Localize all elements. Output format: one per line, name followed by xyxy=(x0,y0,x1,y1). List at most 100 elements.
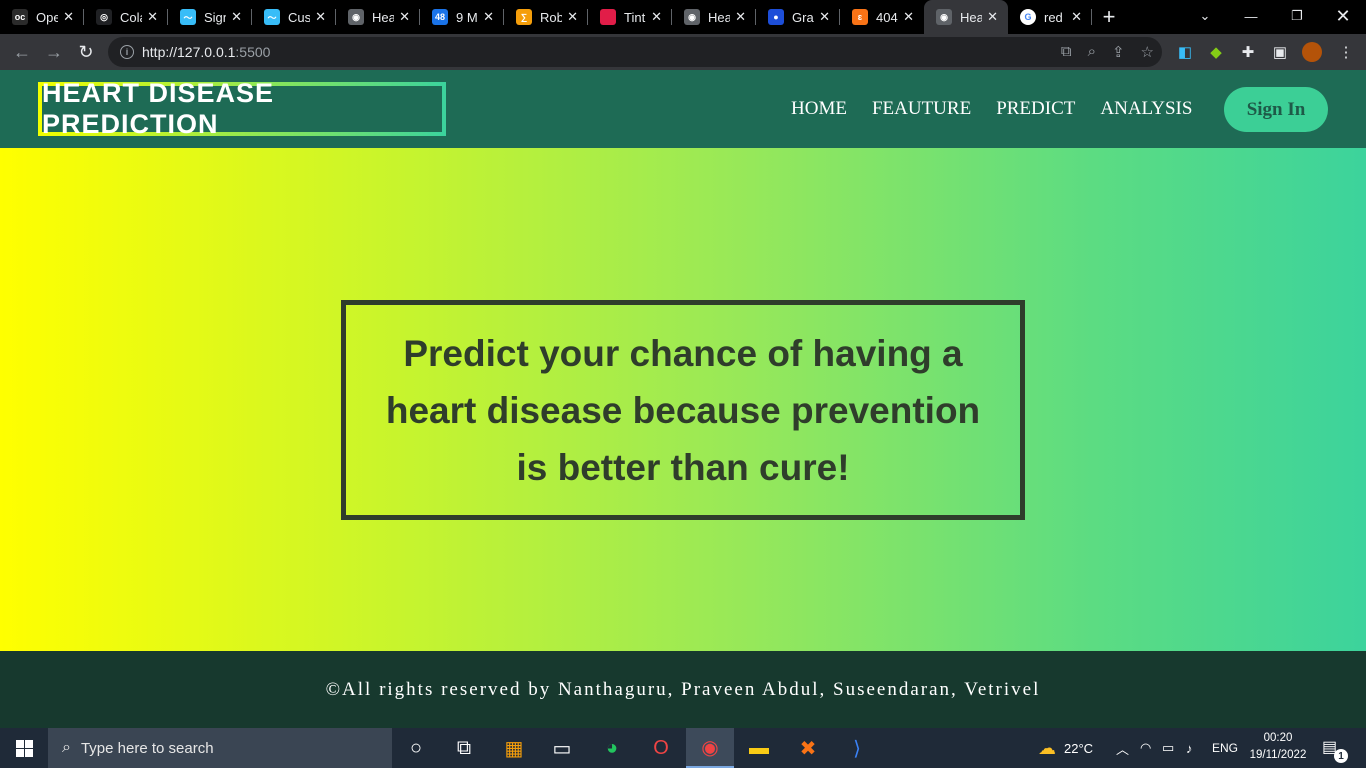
menu-kebab-icon[interactable]: ⋮ xyxy=(1336,42,1356,62)
profile-avatar[interactable] xyxy=(1302,42,1322,62)
nav-home-link[interactable]: HOME xyxy=(791,98,847,120)
tab-close-icon[interactable]: ✕ xyxy=(819,9,830,25)
hero-section: Predict your chance of having a heart di… xyxy=(0,148,1366,651)
tab-close-icon[interactable]: ✕ xyxy=(483,9,494,25)
translate-icon[interactable]: ⧉ xyxy=(1061,43,1072,61)
browser-tab[interactable]: ◎ Colab ✕ xyxy=(84,0,168,34)
tab-title: Tint xyxy=(624,9,646,25)
tab-close-icon[interactable]: ✕ xyxy=(1071,9,1082,25)
tab-close-icon[interactable]: ✕ xyxy=(399,9,410,25)
bookmark-star-icon[interactable]: ☆ xyxy=(1141,43,1154,61)
sign-in-button[interactable]: Sign In xyxy=(1224,87,1328,132)
volume-icon[interactable]: ♪ xyxy=(1186,728,1193,768)
browser-tab[interactable]: ◉ Heart ✕ xyxy=(336,0,420,34)
browser-tab[interactable]: Tint ✕ xyxy=(588,0,672,34)
nav-predict-link[interactable]: PREDICT xyxy=(996,98,1075,120)
browser-tab[interactable]: ɛ 404 ✕ xyxy=(840,0,924,34)
tab-title: Heart xyxy=(960,9,982,25)
microsoft-store-icon[interactable]: ▦ xyxy=(490,728,538,768)
tab-favicon-icon: ∑ xyxy=(516,9,532,25)
tab-title: Gra xyxy=(792,9,814,25)
xampp-icon[interactable]: ✖ xyxy=(784,728,832,768)
web-page: HEART DISEASE PREDICTION HOME FEAUTURE P… xyxy=(0,70,1366,728)
windows-logo-icon xyxy=(15,739,33,757)
site-info-icon[interactable]: i xyxy=(120,45,134,59)
tab-close-icon[interactable]: ✕ xyxy=(567,9,578,25)
weather-widget[interactable]: ☁ 22°C xyxy=(1038,728,1093,768)
tab-favicon-icon: 〜 xyxy=(264,9,280,25)
tab-title: Sign xyxy=(204,9,226,25)
language-indicator[interactable]: ENG xyxy=(1212,728,1238,768)
new-tab-button[interactable]: + xyxy=(1092,0,1126,34)
tab-favicon-icon: ◎ xyxy=(96,9,112,25)
site-logo[interactable]: HEART DISEASE PREDICTION xyxy=(38,78,446,139)
browser-tab[interactable]: 〜 Sign ✕ xyxy=(168,0,252,34)
tab-title: 404 xyxy=(876,9,898,25)
forward-icon[interactable]: → xyxy=(38,36,70,68)
tab-favicon-icon: ◉ xyxy=(936,9,952,25)
terminal-icon[interactable]: ▭ xyxy=(538,728,586,768)
tab-close-icon[interactable]: ✕ xyxy=(651,9,662,25)
browser-tab[interactable]: oc OpenCV ✕ xyxy=(0,0,84,34)
tab-search-icon[interactable]: ⌄ xyxy=(1182,0,1228,32)
taskbar-search-box[interactable]: ⌕ Type here to search xyxy=(48,728,392,768)
notification-center-icon[interactable]: ▤ 1 xyxy=(1322,737,1348,763)
side-panel-icon[interactable]: ▣ xyxy=(1270,42,1290,62)
minimize-icon[interactable]: — xyxy=(1228,0,1274,32)
tab-title: 9 M xyxy=(456,9,478,25)
browser-tab[interactable]: 〜 Custom ✕ xyxy=(252,0,336,34)
edge-icon[interactable]: ◕ xyxy=(588,728,636,768)
reload-icon[interactable]: ↻ xyxy=(70,36,102,68)
browser-tab[interactable]: 48 9 M ✕ xyxy=(420,0,504,34)
tab-title: Heart xyxy=(372,9,394,25)
url-text[interactable]: http://127.0.0.1:5500 xyxy=(142,44,270,60)
tab-favicon-icon: oc xyxy=(12,9,28,25)
puzzle-extensions-icon[interactable]: ✚ xyxy=(1238,42,1258,62)
browser-toolbar: ← → ↻ i http://127.0.0.1:5500 ⧉ ⌕ ⇪ ☆ xyxy=(0,34,1366,70)
nav-feature-link[interactable]: FEAUTURE xyxy=(872,98,971,120)
browser-tab[interactable]: ◉ Heart ✕ xyxy=(924,0,1008,34)
browser-tab[interactable]: Gred ✕ xyxy=(1008,0,1092,34)
restore-icon[interactable]: ❐ xyxy=(1274,0,1320,32)
share-icon[interactable]: ⇪ xyxy=(1112,43,1125,61)
browser-tab[interactable]: ● Gra ✕ xyxy=(756,0,840,34)
cortana-icon[interactable]: ○ xyxy=(392,728,440,768)
tab-close-icon[interactable]: ✕ xyxy=(987,9,998,25)
chrome-icon[interactable]: ◉ xyxy=(686,728,734,768)
temperature-text: 22°C xyxy=(1064,740,1094,756)
clock-date: 19/11/2022 xyxy=(1249,749,1307,761)
search-icon: ⌕ xyxy=(62,739,71,756)
search-placeholder: Type here to search xyxy=(80,739,214,757)
tab-title: Heart xyxy=(708,9,730,25)
tab-close-icon[interactable]: ✕ xyxy=(231,9,242,25)
windows-taskbar: ⌕ Type here to search ○ ⧉ ▦ ▭ ◕ O ◉ ▬ ✖ … xyxy=(0,728,1366,768)
tab-close-icon[interactable]: ✕ xyxy=(903,9,914,25)
close-window-icon[interactable]: ✕ xyxy=(1320,0,1366,32)
address-bar[interactable]: i http://127.0.0.1:5500 ⧉ ⌕ ⇪ ☆ xyxy=(108,37,1162,67)
tab-close-icon[interactable]: ✕ xyxy=(63,9,74,25)
task-view-icon[interactable]: ⧉ xyxy=(440,728,488,768)
back-icon[interactable]: ← xyxy=(6,36,38,68)
extension-icon[interactable]: ◧ xyxy=(1175,42,1195,62)
wifi-icon[interactable]: ◠ xyxy=(1140,728,1151,768)
battery-icon[interactable]: ▭ xyxy=(1162,728,1174,768)
tray-chevron-icon[interactable]: ︿ xyxy=(1116,728,1129,768)
tab-favicon-icon: ● xyxy=(768,9,784,25)
tab-title: OpenCV xyxy=(36,9,58,25)
vscode-icon[interactable]: ⟩ xyxy=(833,728,881,768)
windows-start-button[interactable] xyxy=(0,728,48,768)
system-clock[interactable]: 00:20 19/11/2022 xyxy=(1248,730,1308,764)
tab-close-icon[interactable]: ✕ xyxy=(735,9,746,25)
tab-close-icon[interactable]: ✕ xyxy=(315,9,326,25)
file-explorer-icon[interactable]: ▬ xyxy=(735,728,783,768)
main-nav: HOME FEAUTURE PREDICT ANALYSIS xyxy=(791,98,1192,120)
color-extension-icon[interactable]: ◆ xyxy=(1206,42,1226,62)
opera-icon[interactable]: O xyxy=(637,728,685,768)
browser-tab[interactable]: ◉ Heart ✕ xyxy=(672,0,756,34)
tab-favicon-icon: 〜 xyxy=(180,9,196,25)
nav-analysis-link[interactable]: ANALYSIS xyxy=(1100,98,1192,120)
browser-tab[interactable]: ∑ Rob ✕ xyxy=(504,0,588,34)
tab-close-icon[interactable]: ✕ xyxy=(147,9,158,25)
zoom-icon[interactable]: ⌕ xyxy=(1088,43,1096,61)
tab-title: red xyxy=(1044,9,1063,25)
